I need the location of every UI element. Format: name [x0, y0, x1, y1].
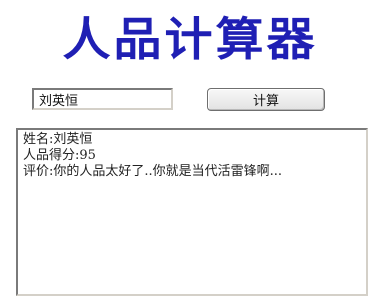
result-textarea[interactable]: 姓名:刘英恒 人品得分:95 评价:你的人品太好了..你就是当代活雷锋啊...	[16, 128, 368, 296]
calculate-button[interactable]: 计算	[207, 88, 325, 111]
app-title: 人品计算器	[62, 13, 318, 67]
calculator-page: 人品计算器 计算 姓名:刘英恒 人品得分:95 评价:你的人品太好了..你就是当…	[0, 0, 380, 300]
result-comment-line: 评价:你的人品太好了..你就是当代活雷锋啊...	[23, 164, 283, 179]
name-input[interactable]	[32, 88, 173, 110]
result-score-line: 人品得分:95	[23, 148, 96, 163]
result-name-line: 姓名:刘英恒	[23, 132, 93, 147]
